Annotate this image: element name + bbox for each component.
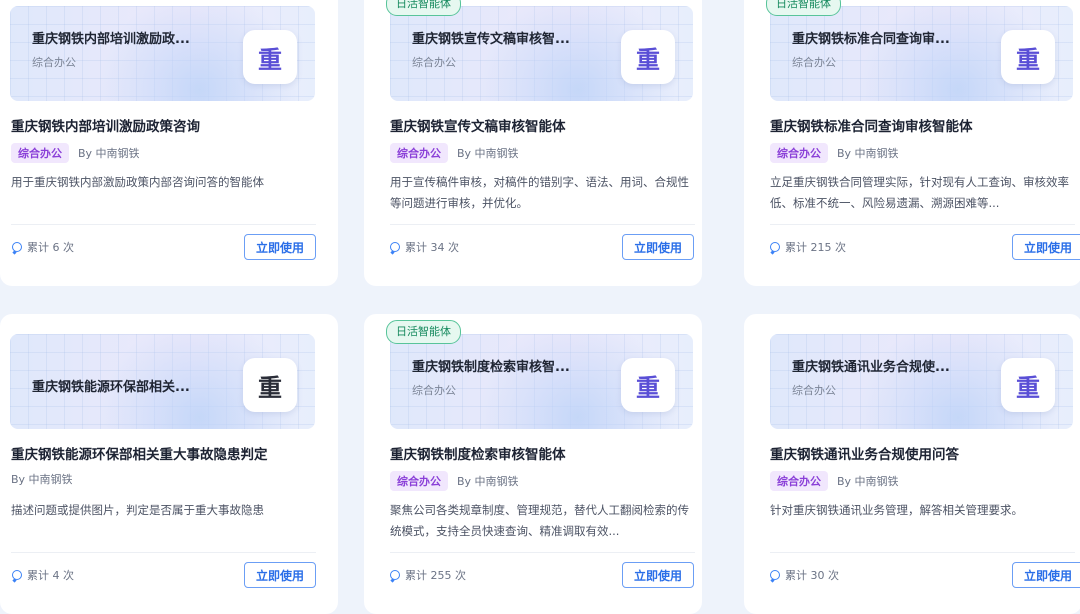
agent-avatar: 重: [1001, 30, 1055, 84]
agent-card[interactable]: 重庆钢铁通讯业务合规使... 综合办公 重 重庆钢铁通讯业务合规使用问答 综合办…: [744, 314, 1080, 614]
card-description: 针对重庆钢铁通讯业务管理，解答相关管理要求。: [770, 503, 1023, 517]
chat-bubble-icon: [770, 570, 780, 580]
card-description: 聚焦公司各类规章制度、管理规范，替代人工翻阅检索的传统模式，支持全员快速查询、精…: [390, 503, 689, 538]
divider: [11, 224, 316, 225]
banner-subtitle: 综合办公: [32, 56, 76, 69]
banner-title: 重庆钢铁能源环保部相关...: [32, 380, 190, 395]
usage-count-label: 累计 30 次: [785, 569, 839, 582]
card-banner: 重庆钢铁宣传文稿审核智... 综合办公 重: [390, 6, 693, 101]
author-label: By 中南钢铁: [837, 475, 899, 488]
usage-count-label: 累计 34 次: [405, 241, 459, 254]
agent-avatar: 重: [243, 358, 297, 412]
chat-bubble-icon: [770, 242, 780, 252]
agent-avatar: 重: [243, 30, 297, 84]
category-tag: 综合办公: [11, 143, 69, 163]
banner-subtitle: 综合办公: [792, 384, 836, 397]
divider: [11, 552, 316, 553]
card-banner: 重庆钢铁能源环保部相关... 重: [10, 334, 315, 429]
divider: [390, 552, 695, 553]
agent-card[interactable]: 重庆钢铁宣传文稿审核智... 综合办公 重 日活智能体 重庆钢铁宣传文稿审核智能…: [364, 0, 702, 286]
use-now-button[interactable]: 立即使用: [622, 562, 694, 588]
divider: [770, 224, 1075, 225]
card-meta: 综合办公 By 中南钢铁: [390, 143, 519, 163]
usage-count-label: 累计 6 次: [27, 241, 74, 254]
author-label: By 中南钢铁: [837, 147, 899, 160]
chat-bubble-icon: [12, 570, 22, 580]
card-title[interactable]: 重庆钢铁内部培训激励政策咨询: [11, 115, 200, 135]
usage-count-label: 累计 4 次: [27, 569, 74, 582]
card-description: 描述问题或提供图片，判定是否属于重大事故隐患: [11, 503, 264, 517]
author-label: By 中南钢铁: [11, 473, 73, 486]
card-description: 用于重庆钢铁内部激励政策内部咨询问答的智能体: [11, 175, 264, 189]
author-label: By 中南钢铁: [78, 147, 140, 160]
agent-card[interactable]: 重庆钢铁制度检索审核智... 综合办公 重 日活智能体 重庆钢铁制度检索审核智能…: [364, 314, 702, 614]
usage-count: 累计 255 次: [390, 567, 466, 583]
usage-count: 累计 4 次: [12, 567, 74, 583]
banner-title: 重庆钢铁制度检索审核智...: [412, 360, 570, 375]
category-tag: 综合办公: [390, 143, 448, 163]
usage-count-label: 累计 255 次: [405, 569, 466, 582]
agent-avatar: 重: [621, 358, 675, 412]
agent-avatar: 重: [1001, 358, 1055, 412]
usage-count: 累计 6 次: [12, 239, 74, 255]
use-now-button[interactable]: 立即使用: [244, 234, 316, 260]
usage-count: 累计 34 次: [390, 239, 459, 255]
banner-subtitle: 综合办公: [792, 56, 836, 69]
usage-count: 累计 215 次: [770, 239, 846, 255]
card-title[interactable]: 重庆钢铁标准合同查询审核智能体: [770, 115, 973, 135]
card-meta: 综合办公 By 中南钢铁: [770, 471, 899, 491]
category-tag: 综合办公: [770, 471, 828, 491]
card-title[interactable]: 重庆钢铁宣传文稿审核智能体: [390, 115, 566, 135]
author-label: By 中南钢铁: [457, 147, 519, 160]
banner-title: 重庆钢铁标准合同查询审...: [792, 32, 950, 47]
card-title[interactable]: 重庆钢铁能源环保部相关重大事故隐患判定: [11, 443, 268, 463]
banner-title: 重庆钢铁内部培训激励政...: [32, 32, 190, 47]
author-label: By 中南钢铁: [457, 475, 519, 488]
agent-card[interactable]: 重庆钢铁能源环保部相关... 重 重庆钢铁能源环保部相关重大事故隐患判定 By …: [0, 314, 338, 614]
category-tag: 综合办公: [770, 143, 828, 163]
use-now-button[interactable]: 立即使用: [1012, 562, 1080, 588]
card-title[interactable]: 重庆钢铁通讯业务合规使用问答: [770, 443, 959, 463]
chat-bubble-icon: [12, 242, 22, 252]
card-meta: 综合办公 By 中南钢铁: [11, 143, 140, 163]
card-meta: By 中南钢铁: [11, 471, 73, 487]
use-now-button[interactable]: 立即使用: [622, 234, 694, 260]
agent-avatar: 重: [621, 30, 675, 84]
category-tag: 综合办公: [390, 471, 448, 491]
divider: [770, 552, 1075, 553]
banner-subtitle: 综合办公: [412, 56, 456, 69]
chat-bubble-icon: [390, 242, 400, 252]
usage-count: 累计 30 次: [770, 567, 839, 583]
card-banner: 重庆钢铁标准合同查询审... 综合办公 重: [770, 6, 1073, 101]
card-title[interactable]: 重庆钢铁制度检索审核智能体: [390, 443, 566, 463]
daily-active-badge: 日活智能体: [386, 320, 461, 344]
usage-count-label: 累计 215 次: [785, 241, 846, 254]
card-banner: 重庆钢铁制度检索审核智... 综合办公 重: [390, 334, 693, 429]
chat-bubble-icon: [390, 570, 400, 580]
card-description: 用于宣传稿件审核，对稿件的错别字、语法、用词、合规性等问题进行审核，并优化。: [390, 175, 689, 210]
daily-active-badge: 日活智能体: [386, 0, 461, 16]
use-now-button[interactable]: 立即使用: [244, 562, 316, 588]
daily-active-badge: 日活智能体: [766, 0, 841, 16]
divider: [390, 224, 695, 225]
banner-subtitle: 综合办公: [412, 384, 456, 397]
banner-title: 重庆钢铁宣传文稿审核智...: [412, 32, 570, 47]
banner-title: 重庆钢铁通讯业务合规使...: [792, 360, 950, 375]
agent-card[interactable]: 重庆钢铁内部培训激励政... 综合办公 重 重庆钢铁内部培训激励政策咨询 综合办…: [0, 0, 338, 286]
card-meta: 综合办公 By 中南钢铁: [770, 143, 899, 163]
card-meta: 综合办公 By 中南钢铁: [390, 471, 519, 491]
use-now-button[interactable]: 立即使用: [1012, 234, 1080, 260]
agent-card[interactable]: 重庆钢铁标准合同查询审... 综合办公 重 日活智能体 重庆钢铁标准合同查询审核…: [744, 0, 1080, 286]
card-description: 立足重庆钢铁合同管理实际，针对现有人工查询、审核效率低、标准不统一、风险易遗漏、…: [770, 175, 1069, 210]
card-banner: 重庆钢铁通讯业务合规使... 综合办公 重: [770, 334, 1073, 429]
card-banner: 重庆钢铁内部培训激励政... 综合办公 重: [10, 6, 315, 101]
